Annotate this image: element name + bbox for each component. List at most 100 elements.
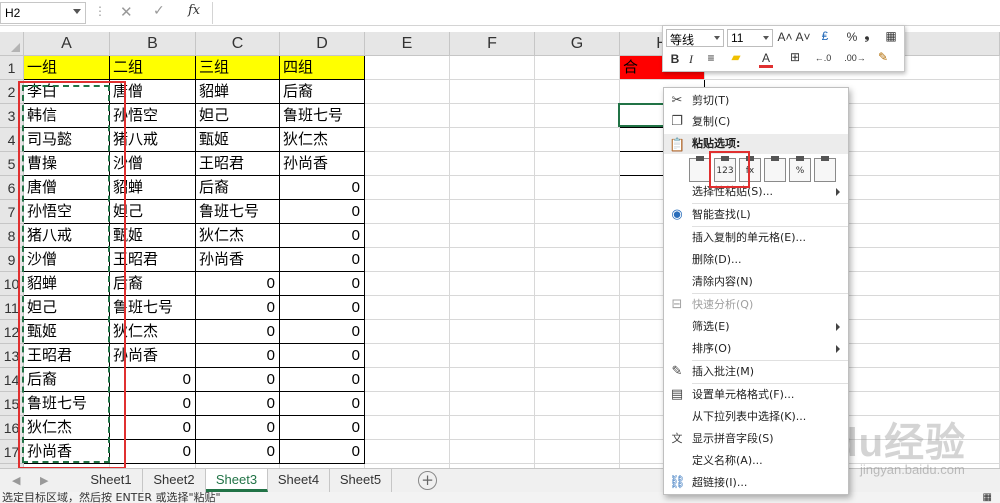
cell-a5[interactable]: 曹操 <box>24 152 110 176</box>
menu-item-insert-copied[interactable]: 插入复制的单元格(E)... <box>664 227 848 248</box>
enter-icon[interactable]: ✓ <box>153 3 165 19</box>
cell-a2[interactable]: 李白 <box>24 80 110 104</box>
cell-f13[interactable] <box>450 344 535 368</box>
column-header-e[interactable]: E <box>365 32 450 56</box>
cell-a11[interactable]: 妲己 <box>24 296 110 320</box>
cell-a8[interactable]: 猪八戒 <box>24 224 110 248</box>
cell-d6[interactable]: 0 <box>280 176 365 200</box>
cell-c2[interactable]: 貂蝉 <box>196 80 280 104</box>
cell-b9[interactable]: 王昭君 <box>110 248 196 272</box>
row-header-8[interactable]: 8 <box>0 224 24 248</box>
formula-input[interactable] <box>212 2 1000 24</box>
cell-b1[interactable]: 二组 <box>110 56 196 80</box>
cell-f5[interactable] <box>450 152 535 176</box>
cell-e4[interactable] <box>365 128 450 152</box>
cell-b12[interactable]: 狄仁杰 <box>110 320 196 344</box>
cell-d3[interactable]: 鲁班七号 <box>280 104 365 128</box>
menu-item-hyperlink[interactable]: ⛓ 超链接(I)... <box>664 472 848 493</box>
borders-button[interactable]: ⊞ <box>787 50 803 64</box>
row-header-12[interactable]: 12 <box>0 320 24 344</box>
cell-b14[interactable]: 0 <box>110 368 196 392</box>
add-sheet-button[interactable]: + <box>418 471 437 490</box>
sheet-tab-sheet3[interactable]: Sheet3 <box>206 469 268 492</box>
cell-b3[interactable]: 孙悟空 <box>110 104 196 128</box>
sheet-tab-sheet1[interactable]: Sheet1 <box>80 469 143 492</box>
row-header-17[interactable]: 17 <box>0 440 24 464</box>
cell-f6[interactable] <box>450 176 535 200</box>
cell-f10[interactable] <box>450 272 535 296</box>
font-color-button[interactable]: A <box>759 51 773 68</box>
row-header-11[interactable]: 11 <box>0 296 24 320</box>
font-name-select[interactable]: 等线 <box>666 29 724 47</box>
row-header-5[interactable]: 5 <box>0 152 24 176</box>
cell-e7[interactable] <box>365 200 450 224</box>
percent-button[interactable]: % <box>845 30 859 44</box>
sheet-tab-sheet4[interactable]: Sheet4 <box>268 469 330 492</box>
cell-g5[interactable] <box>535 152 620 176</box>
cell-c3[interactable]: 妲己 <box>196 104 280 128</box>
row-header-10[interactable]: 10 <box>0 272 24 296</box>
cell-f4[interactable] <box>450 128 535 152</box>
cell-f7[interactable] <box>450 200 535 224</box>
tab-next-icon[interactable]: ▶ <box>40 474 48 487</box>
cell-b15[interactable]: 0 <box>110 392 196 416</box>
cell-b4[interactable]: 猪八戒 <box>110 128 196 152</box>
cell-f3[interactable] <box>450 104 535 128</box>
cell-c17[interactable]: 0 <box>196 440 280 464</box>
cell-a1[interactable]: 一组 <box>24 56 110 80</box>
cell-f15[interactable] <box>450 392 535 416</box>
shrink-font-button[interactable]: A˅ <box>795 30 811 44</box>
cell-c11[interactable]: 0 <box>196 296 280 320</box>
row-header-3[interactable]: 3 <box>0 104 24 128</box>
paste-values-button[interactable]: 123 <box>714 156 736 182</box>
cell-f14[interactable] <box>450 368 535 392</box>
spreadsheet-grid[interactable]: ABCDEFGHK 123456789101112131415161718 一组… <box>0 26 1000 468</box>
cell-d4[interactable]: 狄仁杰 <box>280 128 365 152</box>
grow-font-button[interactable]: A˄ <box>777 30 793 44</box>
cell-g13[interactable] <box>535 344 620 368</box>
cell-d12[interactable]: 0 <box>280 320 365 344</box>
row-header-4[interactable]: 4 <box>0 128 24 152</box>
cell-e11[interactable] <box>365 296 450 320</box>
cell-c13[interactable]: 0 <box>196 344 280 368</box>
menu-item-phonetic[interactable]: 文显示拼音字段(S) <box>664 428 848 449</box>
row-header-7[interactable]: 7 <box>0 200 24 224</box>
cell-f12[interactable] <box>450 320 535 344</box>
menu-item-paste-special[interactable]: 选择性粘贴(S)... <box>664 181 848 202</box>
cancel-icon[interactable]: ✕ <box>120 3 133 21</box>
cell-d10[interactable]: 0 <box>280 272 365 296</box>
column-header-d[interactable]: D <box>280 32 365 56</box>
menu-item-insert-comment[interactable]: ✎ 插入批注(M) <box>664 361 848 382</box>
sheet-tab-sheet2[interactable]: Sheet2 <box>143 469 206 492</box>
format-painter-button[interactable]: ✎ <box>875 50 891 64</box>
cell-e13[interactable] <box>365 344 450 368</box>
insert-function-button[interactable]: fx <box>188 3 200 18</box>
column-header-g[interactable]: G <box>535 32 620 56</box>
cell-a12[interactable]: 甄姬 <box>24 320 110 344</box>
cell-c1[interactable]: 三组 <box>196 56 280 80</box>
italic-button[interactable]: I <box>685 52 697 67</box>
row-header-9[interactable]: 9 <box>0 248 24 272</box>
comma-button[interactable]: ❟ <box>861 28 873 43</box>
cell-e1[interactable] <box>365 56 450 80</box>
cell-b16[interactable]: 0 <box>110 416 196 440</box>
cell-e10[interactable] <box>365 272 450 296</box>
cell-c5[interactable]: 王昭君 <box>196 152 280 176</box>
cell-g6[interactable] <box>535 176 620 200</box>
cell-e8[interactable] <box>365 224 450 248</box>
menu-item-sort[interactable]: 排序(O) <box>664 338 848 359</box>
cell-e12[interactable] <box>365 320 450 344</box>
menu-item-clear[interactable]: 清除内容(N) <box>664 271 848 292</box>
select-all-button[interactable] <box>0 32 24 56</box>
font-size-select[interactable]: 11 <box>727 29 773 47</box>
bold-button[interactable]: B <box>668 52 682 66</box>
cell-e15[interactable] <box>365 392 450 416</box>
cell-g15[interactable] <box>535 392 620 416</box>
row-header-15[interactable]: 15 <box>0 392 24 416</box>
cell-b7[interactable]: 妲己 <box>110 200 196 224</box>
cell-e9[interactable] <box>365 248 450 272</box>
cell-c9[interactable]: 孙尚香 <box>196 248 280 272</box>
column-header-f[interactable]: F <box>450 32 535 56</box>
cell-d9[interactable]: 0 <box>280 248 365 272</box>
cell-b8[interactable]: 甄姬 <box>110 224 196 248</box>
